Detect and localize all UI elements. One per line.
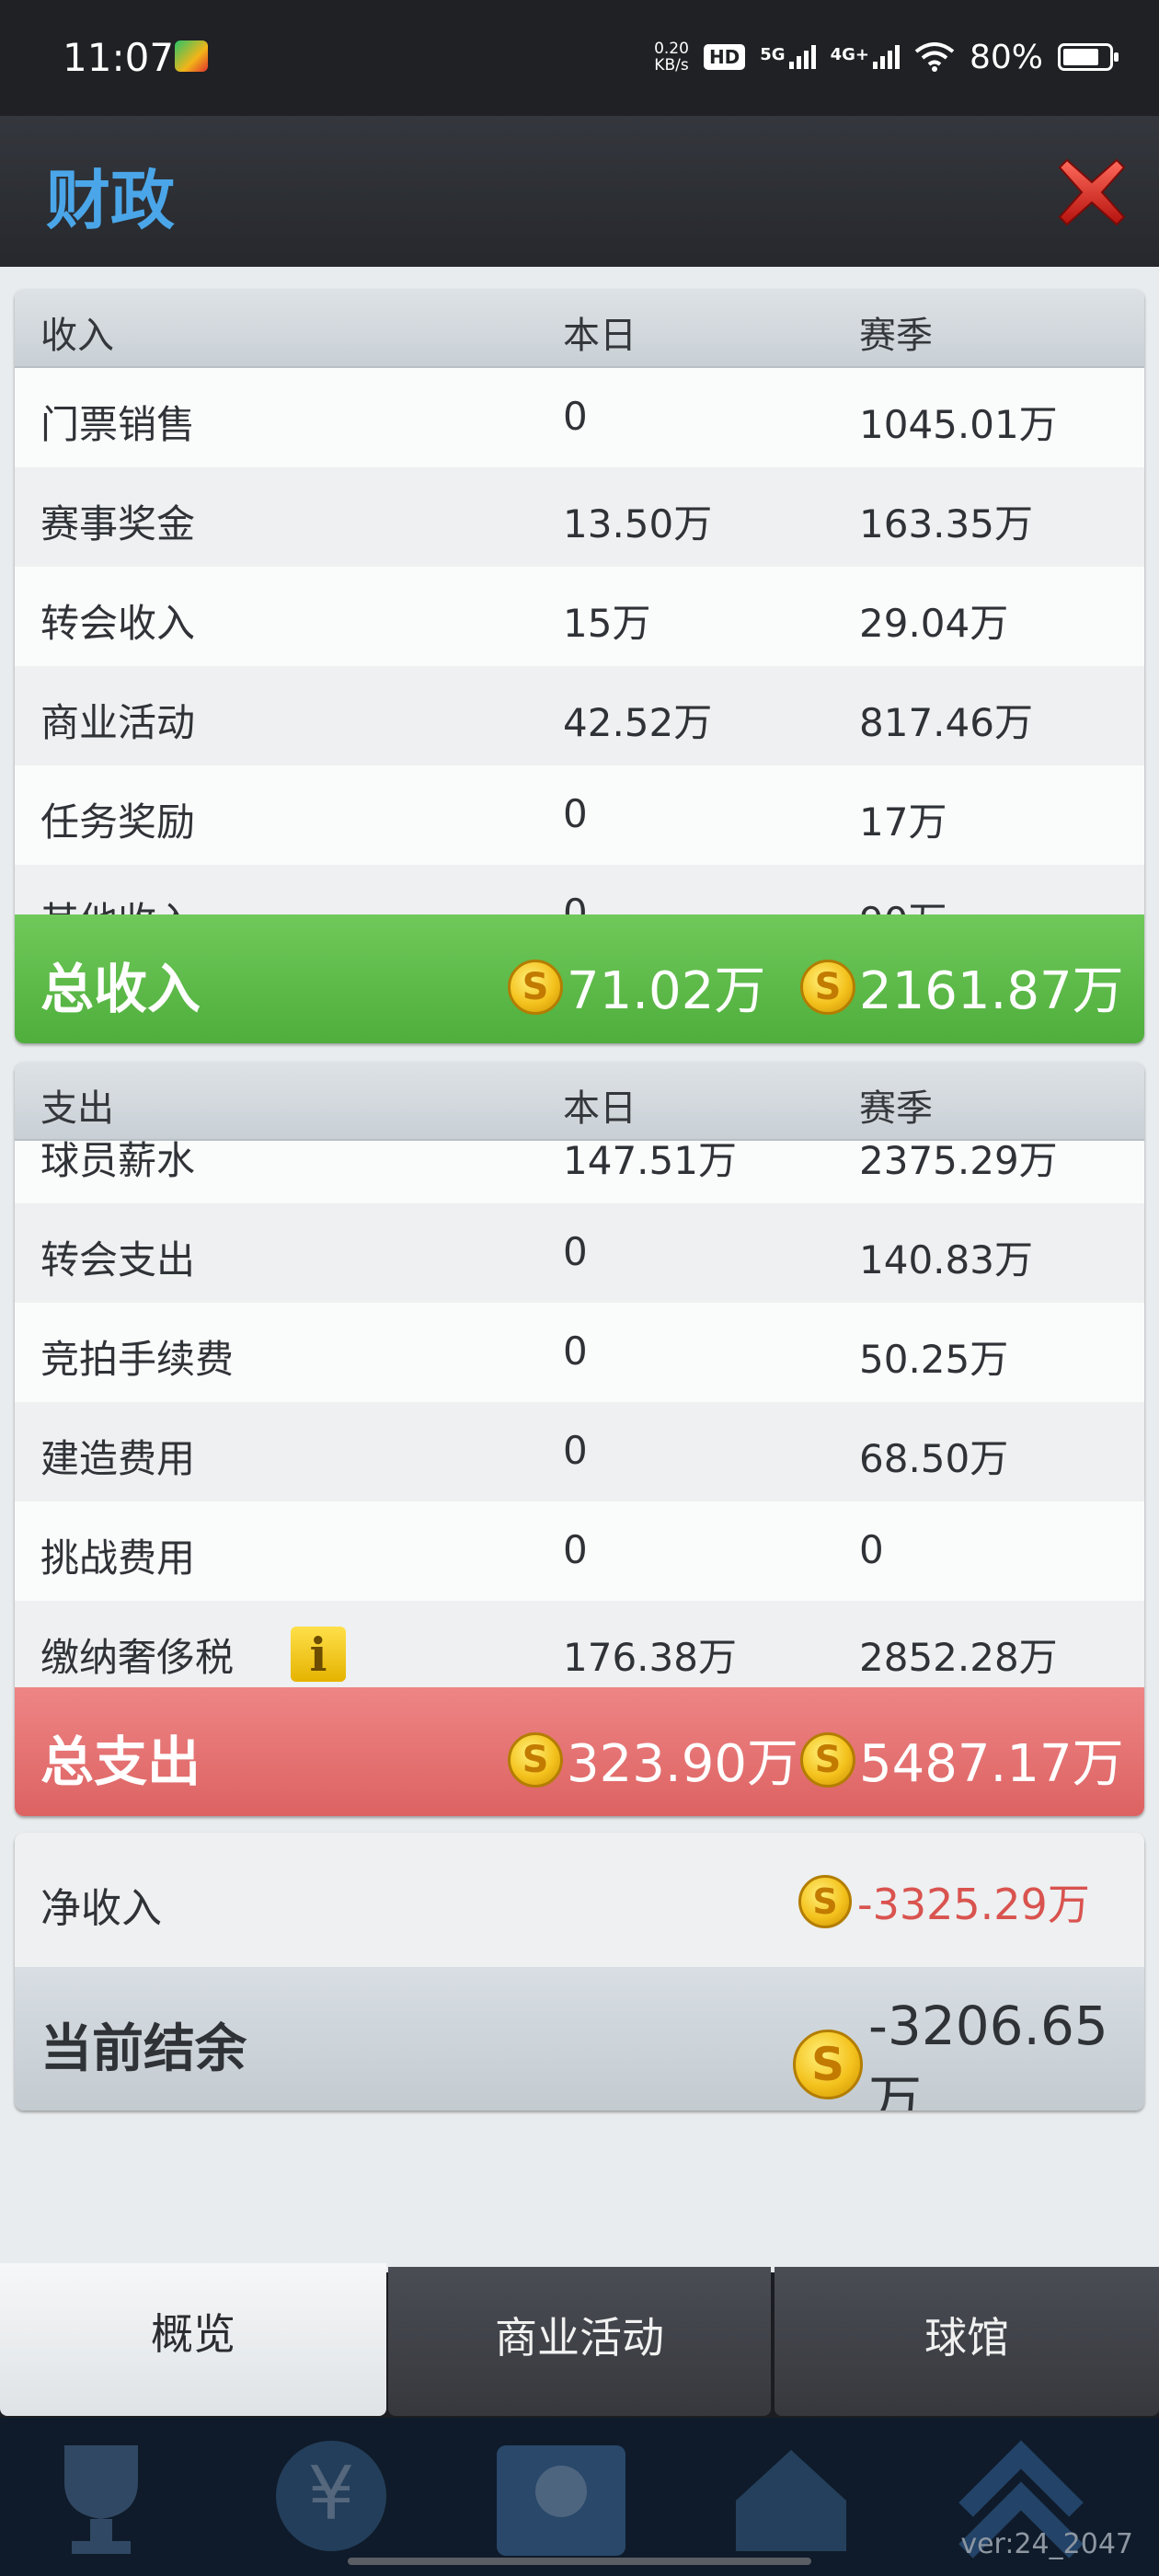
expense-header: 支出 本日 赛季 xyxy=(15,1062,1144,1141)
coin-icon xyxy=(800,959,855,1015)
expense-column-header: 支出 xyxy=(40,1087,114,1130)
tab-business[interactable]: 商业活动 xyxy=(388,2267,771,2416)
game-menu-strip: ¥ ver:24_2047 xyxy=(0,2418,1159,2576)
table-row: 建造费用 0 68.50万 xyxy=(15,1402,1144,1501)
coin-icon xyxy=(798,1875,852,1928)
page-title: 财政 xyxy=(46,163,175,238)
table-row: 门票销售 0 1045.01万 xyxy=(15,368,1144,467)
today-column-header: 本日 xyxy=(563,315,637,357)
income-header: 收入 本日 赛季 xyxy=(15,289,1144,368)
income-total-season: 2161.87万 xyxy=(800,949,1124,1024)
summary-card: 净收入 -3325.29万 当前结余 -3206.65万 xyxy=(15,1833,1144,2110)
network-speed: 0.20 KB/s xyxy=(654,40,689,75)
table-row: 竞拍手续费 0 50.25万 xyxy=(15,1303,1144,1402)
current-balance-label: 当前结余 xyxy=(40,2019,247,2079)
finance-panel: 收入 本日 赛季 门票销售 0 1045.01万 赛事奖金 13.50万 163… xyxy=(0,267,1159,2272)
title-bar: 财政 xyxy=(0,116,1159,267)
battery-icon xyxy=(1058,43,1119,71)
battery-percent: 80% xyxy=(969,38,1043,76)
info-icon[interactable]: i xyxy=(291,1627,346,1682)
season-column-header: 赛季 xyxy=(859,315,933,357)
status-bar: 11:07 0.20 KB/s HD 5G 4G+ 80% xyxy=(0,0,1159,116)
income-total-bar: 总收入 71.02万 2161.87万 xyxy=(15,914,1144,1043)
income-list[interactable]: 门票销售 0 1045.01万 赛事奖金 13.50万 163.35万 转会收入… xyxy=(15,368,1144,926)
status-time: 11:07 xyxy=(63,35,175,80)
tab-arena[interactable]: 球馆 xyxy=(775,2267,1159,2416)
signal-4g-icon: 4G+ xyxy=(831,45,900,69)
svg-text:¥: ¥ xyxy=(308,2451,355,2536)
income-total-label: 总收入 xyxy=(40,958,201,1020)
table-row: 转会支出 0 140.83万 xyxy=(15,1203,1144,1303)
expense-total-today: 323.90万 xyxy=(508,1722,798,1797)
close-icon[interactable] xyxy=(1058,158,1126,226)
expense-total-label: 总支出 xyxy=(40,1731,201,1793)
income-card: 收入 本日 赛季 门票销售 0 1045.01万 赛事奖金 13.50万 163… xyxy=(15,289,1144,1043)
expense-total-bar: 总支出 323.90万 5487.17万 xyxy=(15,1687,1144,1816)
table-row: 转会收入 15万 29.04万 xyxy=(15,567,1144,666)
home-icon[interactable] xyxy=(708,2427,874,2565)
table-row: 赛事奖金 13.50万 163.35万 xyxy=(15,467,1144,567)
coin-icon xyxy=(508,1731,563,1788)
current-balance-value: -3206.65万 xyxy=(793,1995,1144,2110)
net-income-label: 净收入 xyxy=(40,1885,162,1932)
trophy-icon[interactable] xyxy=(18,2427,184,2565)
coin-icon xyxy=(793,2030,863,2099)
table-row: 挑战费用 0 0 xyxy=(15,1501,1144,1601)
table-row: 缴纳奢侈税 i 176.38万 2852.28万 xyxy=(15,1601,1144,1700)
expense-card: 支出 本日 赛季 球员薪水 147.51万 2375.29万 转会支出 0 14… xyxy=(15,1062,1144,1816)
coin-icon xyxy=(800,1731,855,1788)
current-balance-row: 当前结余 -3206.65万 xyxy=(15,1967,1144,2110)
net-income-row: 净收入 -3325.29万 xyxy=(15,1833,1144,1967)
finance-yen-icon[interactable]: ¥ xyxy=(248,2427,414,2565)
season-column-header: 赛季 xyxy=(859,1087,933,1130)
table-row: 任务奖励 0 17万 xyxy=(15,765,1144,865)
expense-list[interactable]: 球员薪水 147.51万 2375.29万 转会支出 0 140.83万 竞拍手… xyxy=(15,1141,1144,1700)
bottom-tabs: 概览 商业活动 球馆 xyxy=(0,2263,1159,2418)
expense-total-season: 5487.17万 xyxy=(800,1722,1124,1797)
income-column-header: 收入 xyxy=(40,315,114,357)
hd-voice-icon: HD xyxy=(703,44,746,70)
today-column-header: 本日 xyxy=(563,1087,637,1130)
home-indicator[interactable] xyxy=(348,2558,811,2565)
table-row: 球员薪水 147.51万 2375.29万 xyxy=(15,1141,1144,1203)
income-total-today: 71.02万 xyxy=(508,949,765,1024)
coin-icon xyxy=(508,959,563,1015)
wifi-icon xyxy=(914,42,955,72)
signal-5g-icon: 5G xyxy=(760,45,816,69)
table-row: 商业活动 42.52万 817.46万 xyxy=(15,666,1144,765)
version-label: ver:24_2047 xyxy=(960,2528,1133,2560)
team-icon[interactable] xyxy=(478,2427,644,2565)
tab-overview[interactable]: 概览 xyxy=(0,2263,386,2416)
net-income-value: -3325.29万 xyxy=(798,1871,1090,1932)
app-notification-icon xyxy=(175,40,208,72)
